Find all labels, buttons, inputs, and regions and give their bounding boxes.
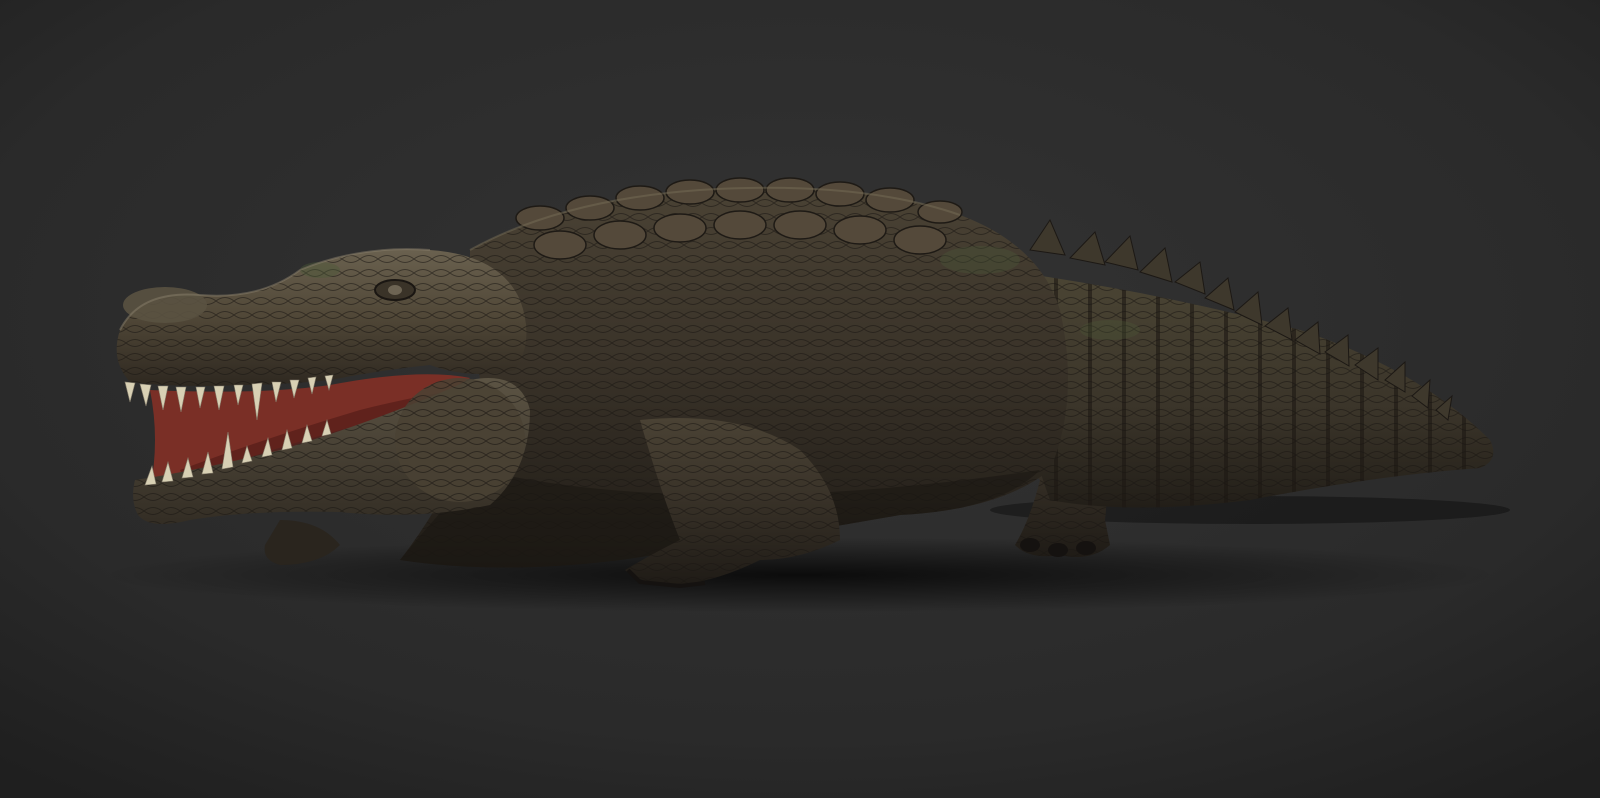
crocodile-render [0, 0, 1600, 798]
render-stage [0, 0, 1600, 798]
